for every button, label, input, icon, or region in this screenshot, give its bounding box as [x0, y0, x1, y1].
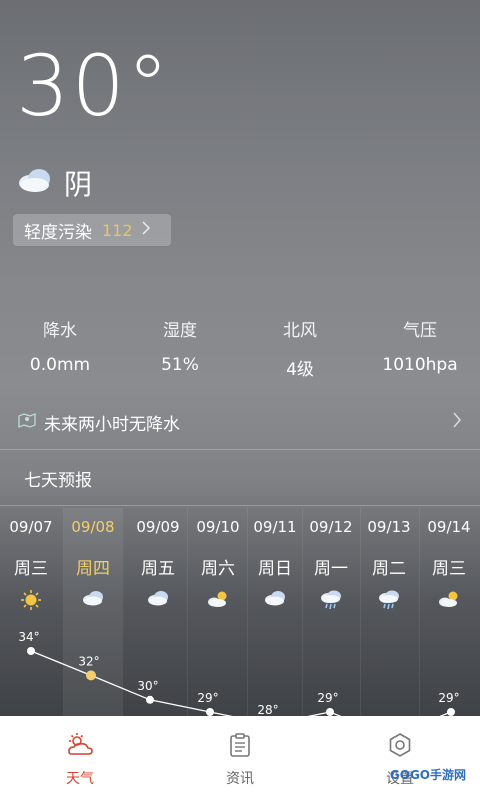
air-quality-button[interactable]: 轻度污染 112 — [13, 214, 171, 246]
current-temperature: 30° — [16, 37, 171, 135]
temperature-label: 32° — [78, 654, 99, 668]
news-tab-icon — [227, 732, 253, 762]
current-condition: 阴 — [16, 163, 92, 203]
temperature-label: 30° — [137, 679, 158, 693]
tab-news[interactable]: 资讯 — [160, 716, 320, 800]
stat-value: 51% — [161, 355, 199, 375]
settings-hexagon-icon — [387, 732, 413, 762]
temperature-point — [146, 695, 154, 704]
divider — [0, 505, 480, 506]
temperature-label: 29° — [438, 691, 459, 705]
air-quality-label: 轻度污染 — [24, 222, 92, 243]
temperature-point — [27, 647, 35, 655]
tab-weather[interactable]: 天气 — [0, 716, 160, 800]
temperature-label: 34° — [18, 630, 39, 644]
weather-tab-icon — [65, 732, 95, 762]
stat-wind: 北风 4级 — [240, 316, 360, 380]
stat-label: 气压 — [403, 321, 437, 341]
stat-label: 湿度 — [163, 321, 197, 341]
stat-precipitation: 降水 0.0mm — [0, 316, 120, 380]
stat-label: 北风 — [283, 321, 317, 341]
weather-stats: 降水 0.0mm 湿度 51% 北风 4级 气压 1010hpa — [0, 316, 480, 380]
seven-day-title: 七天预报 — [24, 471, 92, 491]
air-quality-value: 112 — [102, 220, 133, 240]
divider — [0, 449, 480, 450]
temperature-curve: 34°32°30°29°28°29°27°29° — [18, 630, 460, 718]
stat-value: 0.0mm — [29, 355, 91, 375]
tab-label: 天气 — [66, 771, 94, 787]
stat-value: 4级 — [286, 360, 314, 380]
temperature-point — [447, 708, 455, 716]
tab-bar: 天气 资讯 设置 — [0, 716, 480, 800]
cloud-icon — [16, 167, 54, 200]
chevron-right-icon — [452, 412, 462, 433]
rain-forecast-row[interactable]: 未来两小时无降水 — [18, 404, 462, 440]
stat-label: 降水 — [43, 321, 77, 341]
temperature-label: 29° — [197, 691, 218, 705]
temperature-point — [206, 708, 214, 716]
map-pin-icon — [18, 411, 36, 434]
tab-settings[interactable]: 设置 — [320, 716, 480, 800]
temperature-label: 29° — [317, 691, 338, 705]
chevron-right-icon — [141, 220, 151, 240]
stat-humidity: 湿度 51% — [120, 316, 240, 380]
watermark-logo: GOGO手游网 — [389, 768, 466, 782]
rain-forecast-text: 未来两小时无降水 — [44, 414, 180, 435]
temperature-point — [86, 670, 96, 681]
stat-value: 1010hpa — [382, 355, 458, 375]
stat-pressure: 气压 1010hpa — [360, 316, 480, 380]
tab-label: 资讯 — [226, 771, 254, 787]
temperature-point — [326, 708, 334, 716]
condition-label: 阴 — [64, 168, 93, 201]
